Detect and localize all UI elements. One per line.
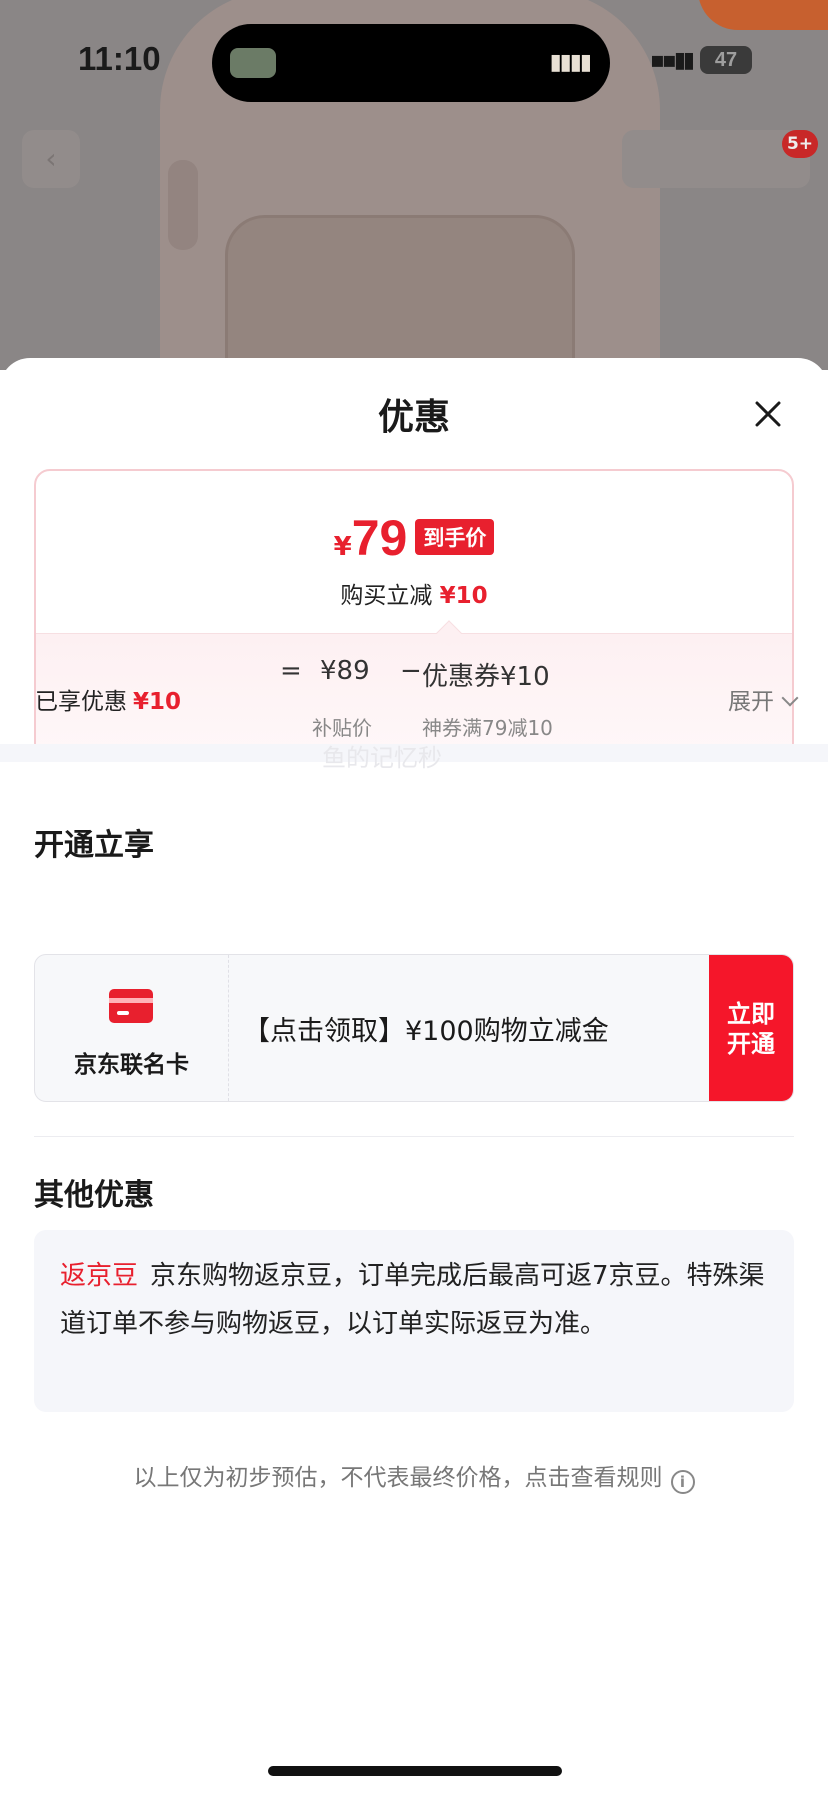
product-image-strap bbox=[168, 160, 198, 250]
home-indicator[interactable] bbox=[268, 1766, 562, 1776]
credit-card-icon bbox=[109, 989, 153, 1023]
jingdou-description: 京东购物返京豆，订单完成后最高可返7京豆。特殊渠道订单不参与购物返豆，以订单实际… bbox=[60, 1261, 765, 1339]
co-branded-card-offer[interactable]: 京东联名卡 【点击领取】¥100购物立减金 立即 开通 bbox=[34, 954, 794, 1102]
promo-corner-badge bbox=[698, 0, 828, 30]
horizontal-divider bbox=[34, 1136, 794, 1137]
chevron-down-icon bbox=[781, 689, 799, 707]
final-price-row: ¥79 到手价 bbox=[36, 509, 792, 567]
jingdou-tag: 返京豆 bbox=[60, 1261, 139, 1291]
open-now-line2: 开通 bbox=[727, 1030, 775, 1058]
now-playing-thumbnail bbox=[230, 48, 276, 78]
sheet-title: 优惠 bbox=[377, 397, 450, 438]
card-name: 京东联名卡 bbox=[74, 1052, 189, 1078]
audio-wave-icon: ▮▮▮▮ bbox=[549, 50, 592, 75]
coupon-detail: 神券满79减10 bbox=[422, 716, 553, 740]
jingdou-rebate-box: 返京豆 京东购物返京豆，订单完成后最高可返7京豆。特殊渠道订单不参与购物返豆，以订… bbox=[34, 1230, 794, 1412]
enjoyed-discount-label: 已享优惠 bbox=[35, 689, 127, 715]
watermark: 鱼的记忆秒 bbox=[322, 744, 442, 772]
open-enjoy-title: 开通立享 bbox=[34, 828, 154, 863]
other-discounts-title: 其他优惠 bbox=[34, 1178, 154, 1213]
enjoyed-discount-value: ¥10 bbox=[133, 689, 182, 715]
instant-discount-value: ¥10 bbox=[439, 583, 488, 609]
discount-bottom-sheet: 优惠 ¥79 到手价 购买立减 ¥10 = ¥89 − 优惠券¥10 补贴价 神券… bbox=[0, 358, 828, 1796]
final-price: 79 bbox=[351, 510, 408, 566]
coupon-amount: 优惠券¥10 bbox=[422, 662, 550, 692]
final-price-tag: 到手价 bbox=[415, 519, 495, 555]
instant-discount-row: 购买立减 ¥10 bbox=[36, 576, 792, 610]
final-price-section: ¥79 到手价 购买立减 ¥10 bbox=[36, 471, 792, 631]
rules-footnote[interactable]: 以上仅为初步预估，不代表最终价格，点击查看规则 i bbox=[0, 1458, 828, 1494]
currency-symbol: ¥ bbox=[333, 532, 352, 562]
info-icon[interactable]: i bbox=[670, 1470, 695, 1494]
open-now-line1: 立即 bbox=[727, 1000, 775, 1028]
card-offer-text: 【点击领取】¥100购物立减金 bbox=[243, 1016, 609, 1047]
cellular-signal-icon: ▪▪▮▮ bbox=[650, 48, 695, 73]
battery-indicator: 47 bbox=[700, 46, 752, 74]
dynamic-island: ▮▮▮▮ bbox=[212, 24, 610, 102]
enjoyed-discount: 已享优惠 ¥10 bbox=[35, 682, 181, 716]
close-icon[interactable] bbox=[748, 394, 788, 434]
open-now-button[interactable]: 立即 开通 bbox=[709, 955, 793, 1101]
expand-label: 展开 bbox=[728, 689, 774, 715]
instant-discount-label: 购买立减 bbox=[340, 583, 433, 609]
back-button[interactable]: ‹ bbox=[22, 130, 80, 188]
product-image-pocket bbox=[225, 215, 575, 370]
status-time: 11:10 bbox=[78, 40, 161, 77]
card-info: 京东联名卡 bbox=[35, 955, 229, 1101]
footnote-text: 以上仅为初步预估，不代表最终价格，点击查看规则 bbox=[133, 1465, 663, 1491]
expand-toggle[interactable]: 展开 bbox=[728, 682, 799, 716]
notification-badge: 5+ bbox=[782, 130, 818, 158]
calc-minus: − bbox=[400, 656, 422, 686]
subsidy-price-label: 补贴价 bbox=[312, 716, 372, 740]
background-product-page: 11:10 ▮▮▮▮ ▪▪▮▮ 47 ‹ 5+ bbox=[0, 0, 828, 370]
subsidy-price: ¥89 bbox=[320, 656, 370, 686]
calc-equals: = bbox=[280, 656, 302, 686]
